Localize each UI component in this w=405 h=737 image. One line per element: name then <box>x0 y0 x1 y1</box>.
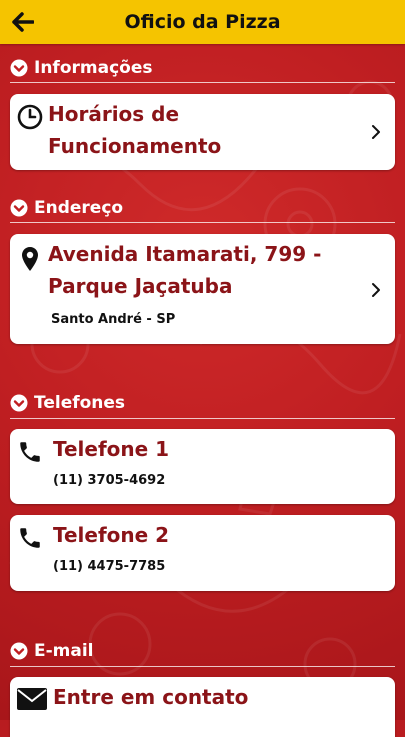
section-divider <box>10 82 395 83</box>
chevron-down-circle-icon <box>10 642 28 660</box>
phone-1-title: Telefone 1 <box>53 437 170 461</box>
page-title: Oficio da Pizza <box>124 11 281 33</box>
back-button[interactable] <box>10 10 36 34</box>
chevron-right-icon <box>372 125 380 139</box>
phone-card-1[interactable]: Telefone 1 (11) 3705-4692 <box>10 429 395 504</box>
address-card[interactable]: Avenida Itamarati, 799 - Parque Jaçatuba… <box>10 234 395 344</box>
chevron-down-circle-icon <box>10 394 28 412</box>
phone-1-number: (11) 3705-4692 <box>53 473 166 488</box>
location-pin-icon <box>22 247 38 271</box>
chevron-down-circle-icon <box>10 59 28 77</box>
section-label-address: Endereço <box>34 198 124 218</box>
email-contact-title: Entre em contato <box>53 685 249 709</box>
address-line1: Avenida Itamarati, 799 - <box>48 242 322 266</box>
section-label-info: Informações <box>34 58 153 78</box>
section-divider <box>10 418 395 419</box>
arrow-left-icon <box>12 12 34 32</box>
phone-icon <box>20 528 40 548</box>
hours-title-line2: Funcionamento <box>48 134 222 158</box>
section-header-phones[interactable]: Telefones <box>10 393 125 413</box>
clock-icon <box>17 104 43 130</box>
chevron-right-icon <box>372 283 380 297</box>
envelope-icon <box>17 688 47 710</box>
chevron-down-circle-icon <box>10 199 28 217</box>
phone-2-number: (11) 4475-7785 <box>53 559 166 574</box>
app-header: Oficio da Pizza <box>0 0 405 44</box>
address-city: Santo André - SP <box>51 312 176 327</box>
business-hours-card[interactable]: Horários de Funcionamento <box>10 94 395 170</box>
section-header-info[interactable]: Informações <box>10 58 152 78</box>
address-line2: Parque Jaçatuba <box>48 274 233 298</box>
section-label-email: E-mail <box>34 641 94 661</box>
section-divider <box>10 222 395 223</box>
email-contact-card[interactable]: Entre em contato <box>10 677 395 737</box>
phone-icon <box>20 442 40 462</box>
section-header-address[interactable]: Endereço <box>10 198 123 218</box>
section-divider <box>10 666 395 667</box>
section-header-email[interactable]: E-mail <box>10 641 94 661</box>
section-label-phones: Telefones <box>34 393 126 413</box>
hours-title-line1: Horários de <box>48 102 180 126</box>
phone-2-title: Telefone 2 <box>53 523 170 547</box>
phone-card-2[interactable]: Telefone 2 (11) 4475-7785 <box>10 515 395 591</box>
